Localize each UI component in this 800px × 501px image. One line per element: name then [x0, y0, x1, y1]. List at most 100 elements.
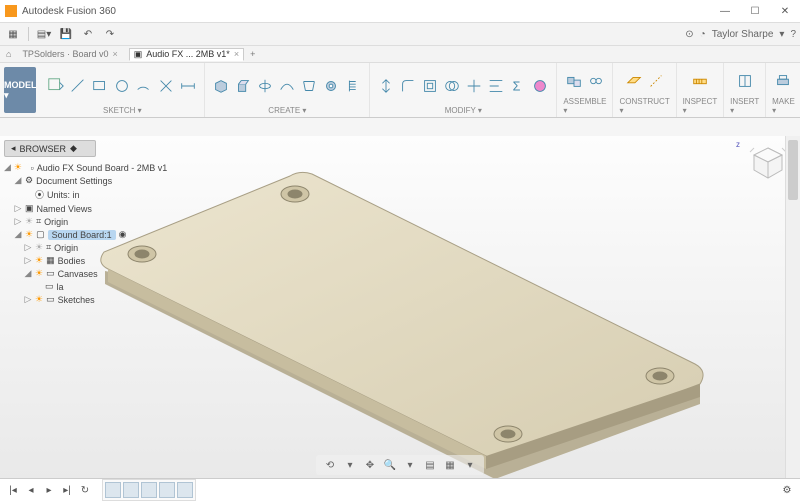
- redo-button[interactable]: ↷: [101, 25, 119, 43]
- close-button[interactable]: ✕: [770, 0, 800, 22]
- viewport[interactable]: ◂ BROWSER ◆ ◢☀ ▫Audio FX Sound Board - 2…: [0, 136, 800, 479]
- look-icon[interactable]: ▾: [342, 457, 358, 473]
- appearance-icon[interactable]: [530, 74, 550, 98]
- tree-canvas-item[interactable]: ▭la: [4, 280, 156, 293]
- plane-icon[interactable]: [624, 69, 644, 93]
- trim-icon[interactable]: [156, 74, 176, 98]
- close-tab-icon[interactable]: ×: [234, 49, 239, 59]
- orbit-icon[interactable]: ⟲: [322, 457, 338, 473]
- rectangle-icon[interactable]: [90, 74, 110, 98]
- maximize-button[interactable]: ☐: [740, 0, 770, 22]
- pan-icon[interactable]: ✥: [362, 457, 378, 473]
- tree-doc-settings[interactable]: ◢⚙Document Settings: [4, 174, 156, 187]
- dimension-icon[interactable]: [178, 74, 198, 98]
- timeline-back-button[interactable]: ◂: [24, 483, 38, 497]
- timeline-forward-button[interactable]: ▸|: [60, 483, 74, 497]
- combine-icon[interactable]: [442, 74, 462, 98]
- insert-icon[interactable]: [735, 69, 755, 93]
- job-status-icon[interactable]: ◔: [700, 29, 706, 40]
- tree-comp-origin[interactable]: ▷☀⌗Origin: [4, 241, 156, 254]
- data-panel-button[interactable]: ▦: [4, 25, 22, 43]
- notifications-icon[interactable]: ⊙: [685, 29, 693, 40]
- undo-button[interactable]: ↶: [79, 25, 97, 43]
- measure-icon[interactable]: [690, 69, 710, 93]
- sigma-icon[interactable]: Σ: [508, 74, 528, 98]
- circle-icon[interactable]: [112, 74, 132, 98]
- line-icon[interactable]: [68, 74, 88, 98]
- axis-icon[interactable]: [646, 69, 666, 93]
- ribbon-toolbar: MODEL ▾ SKETCH ▾ CREATE ▾: [0, 63, 800, 118]
- help-button[interactable]: ?: [790, 29, 796, 40]
- tree-root[interactable]: ◢☀ ▫Audio FX Sound Board - 2MB v1: [4, 161, 156, 174]
- minimize-button[interactable]: —: [710, 0, 740, 22]
- align-icon[interactable]: [486, 74, 506, 98]
- workspace-switcher[interactable]: MODEL ▾: [4, 67, 36, 113]
- box-icon[interactable]: [211, 74, 231, 98]
- feature-hole[interactable]: [177, 482, 193, 498]
- fit-icon[interactable]: ▾: [402, 457, 418, 473]
- print-icon[interactable]: [773, 69, 793, 93]
- tree-units[interactable]: ⦿Units: in: [4, 187, 156, 202]
- group-label[interactable]: MAKE ▾: [772, 97, 795, 115]
- tree-origin[interactable]: ▷☀⌗Origin: [4, 215, 156, 228]
- grid-settings-icon[interactable]: ▦: [442, 457, 458, 473]
- vertical-scrollbar[interactable]: [785, 136, 800, 479]
- extrude-icon[interactable]: [233, 74, 253, 98]
- arc-icon[interactable]: [134, 74, 154, 98]
- browser-header[interactable]: ◂ BROWSER ◆: [4, 140, 96, 157]
- timeline-start-button[interactable]: |◂: [6, 483, 20, 497]
- inactive-doc-tab[interactable]: TPSolders · Board v0 ×: [17, 48, 122, 60]
- feature-extrude[interactable]: [141, 482, 157, 498]
- group-label[interactable]: MODIFY ▾: [445, 106, 482, 115]
- feature-sketch[interactable]: [105, 482, 121, 498]
- home-icon[interactable]: ⌂: [6, 49, 11, 59]
- active-doc-tab[interactable]: ▣ Audio FX ... 2MB v1* ×: [129, 48, 244, 61]
- sweep-icon[interactable]: [277, 74, 297, 98]
- new-tab-button[interactable]: +: [250, 49, 255, 59]
- zoom-icon[interactable]: 🔍: [382, 457, 398, 473]
- axis-z-label: z: [736, 140, 740, 149]
- display-settings-icon[interactable]: ▤: [422, 457, 438, 473]
- quick-access-toolbar: ▦ ▤▾ 💾 ↶ ↷ ⊙ ◔ Taylor Sharpe▾ ?: [0, 23, 800, 46]
- user-name[interactable]: Taylor Sharpe: [712, 29, 774, 40]
- component-radio-icon[interactable]: ◉: [119, 229, 127, 240]
- move-icon[interactable]: [464, 74, 484, 98]
- group-label[interactable]: SKETCH ▾: [103, 106, 142, 115]
- browser-panel: ◂ BROWSER ◆ ◢☀ ▫Audio FX Sound Board - 2…: [0, 136, 160, 306]
- create-sketch-icon[interactable]: [46, 74, 66, 98]
- viewports-icon[interactable]: ▾: [462, 457, 478, 473]
- feature-canvas[interactable]: [123, 482, 139, 498]
- group-label[interactable]: INSERT ▾: [730, 97, 759, 115]
- hole-icon[interactable]: [321, 74, 341, 98]
- tree-canvases[interactable]: ◢☀▭Canvases: [4, 267, 156, 280]
- save-button[interactable]: 💾: [57, 25, 75, 43]
- joint-icon[interactable]: [586, 69, 606, 93]
- timeline-settings-button[interactable]: ⚙: [780, 483, 794, 497]
- tree-named-views[interactable]: ▷▣Named Views: [4, 202, 156, 215]
- timeline-play-button[interactable]: ▸: [42, 483, 56, 497]
- pin-icon[interactable]: ◆: [70, 143, 77, 154]
- revolve-icon[interactable]: [255, 74, 275, 98]
- view-cube[interactable]: [746, 142, 790, 186]
- close-tab-icon[interactable]: ×: [112, 49, 117, 59]
- group-label[interactable]: CREATE ▾: [268, 106, 306, 115]
- fillet-icon[interactable]: [398, 74, 418, 98]
- press-pull-icon[interactable]: [376, 74, 396, 98]
- tab-icon: ▣: [134, 49, 143, 60]
- tree-component[interactable]: ◢☀▢Sound Board:1◉: [4, 228, 156, 241]
- thread-icon[interactable]: [343, 74, 363, 98]
- tree-bodies[interactable]: ▷☀▦Bodies: [4, 254, 156, 267]
- svg-text:Σ: Σ: [513, 79, 521, 93]
- group-label[interactable]: CONSTRUCT ▾: [619, 97, 669, 115]
- group-label[interactable]: ASSEMBLE ▾: [563, 97, 606, 115]
- group-label[interactable]: INSPECT ▾: [683, 97, 718, 115]
- shell-icon[interactable]: [420, 74, 440, 98]
- new-component-icon[interactable]: [564, 69, 584, 93]
- loft-icon[interactable]: [299, 74, 319, 98]
- tree-sketches[interactable]: ▷☀▭Sketches: [4, 293, 156, 306]
- feature-fillet[interactable]: [159, 482, 175, 498]
- file-menu-button[interactable]: ▤▾: [35, 25, 53, 43]
- timeline-end-button[interactable]: ↻: [78, 483, 92, 497]
- collapse-icon[interactable]: ◂: [11, 143, 16, 154]
- ribbon-group-create: CREATE ▾: [205, 63, 370, 117]
